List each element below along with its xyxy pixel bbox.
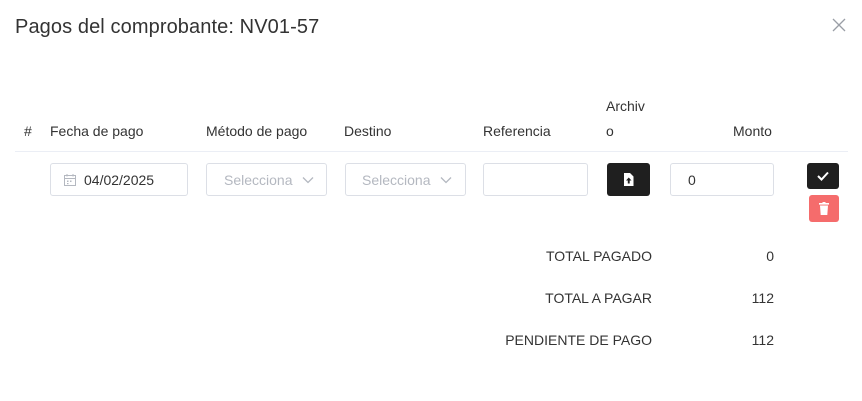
col-header-index: # xyxy=(24,123,32,139)
amount-value: 0 xyxy=(688,172,696,188)
col-header-destination: Destino xyxy=(344,123,392,139)
upload-file-button[interactable] xyxy=(607,163,650,196)
dialog-title: Pagos del comprobante: NV01-57 xyxy=(15,16,320,38)
calendar-icon xyxy=(64,174,76,186)
total-to-pay-label: TOTAL A PAGAR xyxy=(545,290,652,306)
confirm-row-button[interactable] xyxy=(807,163,839,189)
check-icon xyxy=(817,171,829,181)
col-header-amount: Monto xyxy=(733,123,772,139)
payment-date-picker[interactable]: 04/02/2025 xyxy=(50,163,188,196)
total-paid-value: 0 xyxy=(766,248,774,264)
payment-method-select[interactable]: Selecciona xyxy=(206,163,327,196)
close-icon[interactable] xyxy=(831,17,847,33)
col-header-reference: Referencia xyxy=(483,123,551,139)
col-header-file-line1: Archiv xyxy=(606,98,645,114)
upload-file-icon xyxy=(624,173,634,186)
payment-date-value: 04/02/2025 xyxy=(84,172,154,188)
total-to-pay-value: 112 xyxy=(751,290,774,306)
delete-row-button[interactable] xyxy=(809,195,839,222)
chevron-down-icon xyxy=(302,177,314,184)
pending-payment-label: PENDIENTE DE PAGO xyxy=(505,332,652,348)
trash-icon xyxy=(819,202,829,215)
amount-input[interactable]: 0 xyxy=(670,163,774,196)
header-divider xyxy=(15,151,848,152)
chevron-down-icon xyxy=(440,177,452,184)
total-paid-label: TOTAL PAGADO xyxy=(545,248,652,264)
destination-select[interactable]: Selecciona xyxy=(345,163,466,196)
destination-placeholder: Selecciona xyxy=(362,172,431,188)
col-header-file-line2: o xyxy=(606,123,614,139)
payment-method-placeholder: Selecciona xyxy=(224,172,293,188)
reference-input[interactable] xyxy=(483,163,588,196)
col-header-method: Método de pago xyxy=(206,123,308,139)
pending-payment-value: 112 xyxy=(751,332,774,348)
col-header-date: Fecha de pago xyxy=(50,123,144,139)
